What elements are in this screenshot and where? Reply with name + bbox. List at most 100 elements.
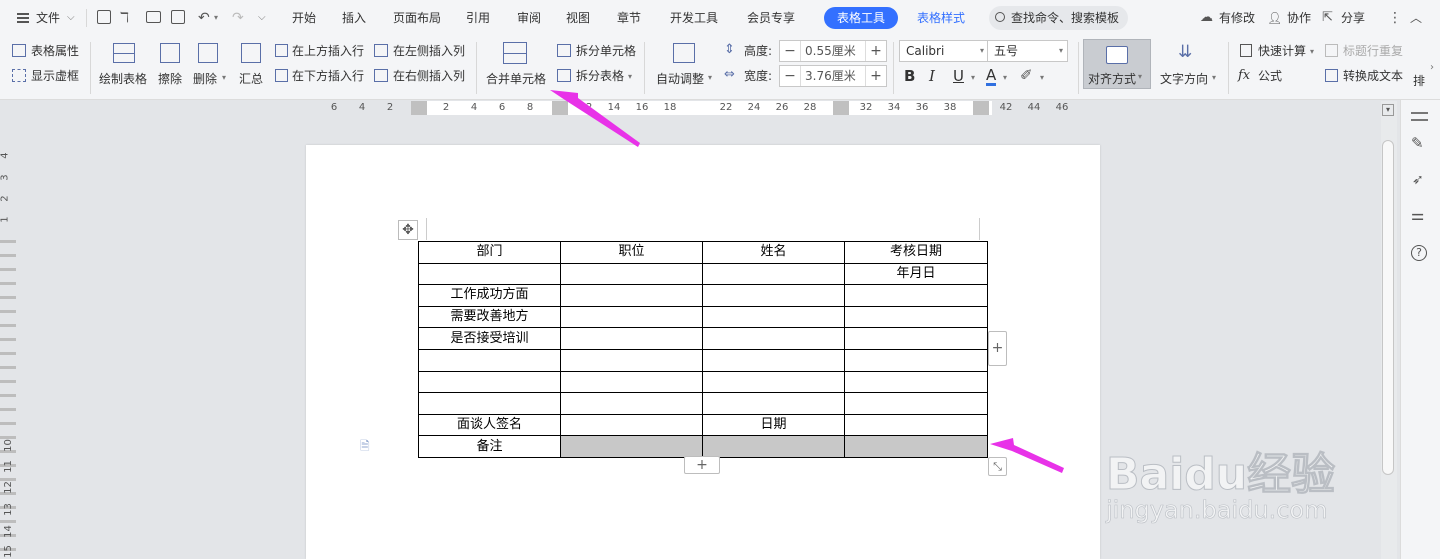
table-cell[interactable]: 日期 (702, 413, 845, 437)
text-direction-button[interactable]: 文字方向 (1160, 70, 1208, 87)
decrease-icon[interactable]: − (780, 66, 800, 86)
table-cell[interactable] (560, 392, 703, 415)
table-cell[interactable] (560, 305, 703, 329)
hamburger-icon[interactable] (17, 13, 29, 23)
table-cell[interactable]: 工作成功方面 (418, 284, 561, 307)
table-cell[interactable] (702, 392, 845, 415)
collab-button[interactable]: 协作 (1287, 9, 1311, 27)
table-cell[interactable] (844, 392, 988, 415)
table-cell[interactable] (844, 327, 988, 350)
insert-left-button[interactable]: 在左侧插入列 (393, 43, 465, 59)
sliders-icon[interactable]: ⚌ (1411, 206, 1424, 224)
table-cell[interactable]: 备注 (418, 435, 561, 458)
scroll-right-icon[interactable]: › (1430, 60, 1434, 76)
align-button[interactable]: 对齐方式 ▾ (1083, 39, 1151, 89)
to-text-button[interactable]: 转换成文本 (1343, 68, 1403, 84)
tab-review[interactable]: 审阅 (517, 9, 541, 27)
tab-view[interactable]: 视图 (566, 9, 590, 27)
table-cell[interactable]: 职位 (560, 241, 703, 264)
help-icon[interactable]: ? (1411, 245, 1427, 261)
document-table[interactable]: 部门 职位 姓名 考核日期 年月日 工作成功方面 需要改善地方 是否接受培训 面谈人签名 日期 备注 (418, 241, 988, 458)
search-box[interactable]: 查找命令、搜索模板 (989, 6, 1128, 30)
font-color-icon[interactable]: A (986, 67, 997, 86)
table-cell[interactable]: 需要改善地方 (418, 305, 561, 329)
menu-lines-icon[interactable] (1411, 112, 1428, 121)
table-cell[interactable] (418, 370, 561, 394)
chevron-down-icon[interactable]: ▾ (628, 69, 632, 85)
chevron-down-icon[interactable]: ▾ (1040, 70, 1044, 86)
tab-table-style[interactable]: 表格样式 (917, 9, 965, 27)
table-cell[interactable] (844, 305, 988, 329)
height-value[interactable]: 0.55厘米 (800, 41, 866, 61)
insert-above-button[interactable]: 在上方插入行 (292, 43, 364, 59)
show-grid-button[interactable]: 显示虚框 (31, 68, 79, 84)
scrollbar-thumb[interactable] (1382, 140, 1394, 475)
tab-reference[interactable]: 引用 (466, 9, 490, 27)
table-cell[interactable] (560, 262, 703, 286)
table-cell[interactable]: 年月日 (844, 262, 988, 286)
formula-button[interactable]: 公式 (1258, 68, 1282, 84)
tab-table-tools[interactable]: 表格工具 (824, 7, 898, 29)
pen-icon[interactable]: ✎ (1411, 134, 1424, 152)
print-preview-icon[interactable] (171, 10, 185, 24)
bold-icon[interactable]: B (904, 68, 915, 84)
redo-history-icon[interactable]: ℸ (120, 9, 129, 27)
increase-icon[interactable]: + (866, 66, 886, 86)
erase-button[interactable]: 擦除 (158, 70, 182, 87)
table-cell[interactable] (844, 435, 988, 458)
auto-fit-button[interactable]: 自动调整 (656, 70, 704, 87)
insert-below-button[interactable]: 在下方插入行 (292, 68, 364, 84)
tab-insert[interactable]: 插入 (342, 9, 366, 27)
table-cell[interactable] (418, 262, 561, 286)
font-size-select[interactable]: 五号 ▾ (987, 40, 1068, 62)
paragraph-icon[interactable]: 🗎︎ (360, 437, 370, 458)
add-row-button[interactable]: + (684, 456, 720, 474)
vertical-ruler[interactable]: 4 3 2 1 10 11 12 13 14 15 (0, 140, 16, 559)
chevron-down-icon[interactable]: ▾ (214, 9, 218, 27)
width-value[interactable]: 3.76厘米 (800, 66, 866, 86)
add-column-button[interactable]: + (988, 331, 1007, 366)
table-cell[interactable] (702, 327, 845, 350)
chevron-down-icon[interactable]: ▾ (971, 70, 975, 86)
insert-right-button[interactable]: 在右侧插入列 (393, 68, 465, 84)
table-cell[interactable]: 是否接受培训 (418, 327, 561, 350)
table-cell[interactable] (844, 413, 988, 437)
tab-devtools[interactable]: 开发工具 (670, 9, 718, 27)
table-cell[interactable] (702, 435, 845, 458)
table-cell[interactable] (702, 370, 845, 394)
table-cell[interactable] (560, 435, 703, 458)
chevron-down-icon[interactable]: ▾ (1310, 44, 1314, 60)
table-cell[interactable] (702, 305, 845, 329)
chevron-down-icon[interactable]: ▾ (1003, 70, 1007, 86)
highlight-icon[interactable]: ✐ (1020, 67, 1033, 83)
underline-icon[interactable]: U (953, 68, 964, 84)
table-cell[interactable] (702, 348, 845, 372)
table-cell[interactable] (844, 370, 988, 394)
draw-table-button[interactable]: 绘制表格 (99, 70, 147, 87)
tab-member[interactable]: 会员专享 (747, 9, 795, 27)
table-cell[interactable] (844, 284, 988, 307)
print-icon[interactable] (146, 11, 161, 23)
chevron-down-icon[interactable]: ⌵ (67, 9, 75, 27)
table-cell[interactable] (418, 348, 561, 372)
changes-button[interactable]: 有修改 (1219, 9, 1255, 27)
table-cell[interactable] (702, 262, 845, 286)
redo-icon[interactable]: ↷ (232, 9, 244, 27)
table-move-handle-icon[interactable]: ✥ (398, 220, 418, 240)
decrease-icon[interactable]: − (780, 41, 800, 61)
table-cell[interactable] (560, 284, 703, 307)
increase-icon[interactable]: + (866, 41, 886, 61)
delete-button[interactable]: 删除 (193, 70, 217, 87)
table-cell[interactable] (702, 284, 845, 307)
merge-cells-button[interactable]: 合并单元格 (486, 70, 546, 87)
scroll-top-icon[interactable]: ▾ (1382, 104, 1394, 116)
tab-chapter[interactable]: 章节 (617, 9, 641, 27)
split-cells-button[interactable]: 拆分单元格 (576, 43, 636, 59)
file-menu[interactable]: 文件 (36, 9, 60, 27)
chevron-down-icon[interactable]: ▾ (222, 73, 226, 82)
table-cell[interactable] (844, 348, 988, 372)
table-cell[interactable]: 面谈人签名 (418, 413, 561, 437)
chevron-down-icon[interactable]: ▾ (1212, 73, 1216, 82)
width-stepper[interactable]: − 3.76厘米 + (779, 65, 887, 87)
table-props-button[interactable]: 表格属性 (31, 43, 79, 59)
